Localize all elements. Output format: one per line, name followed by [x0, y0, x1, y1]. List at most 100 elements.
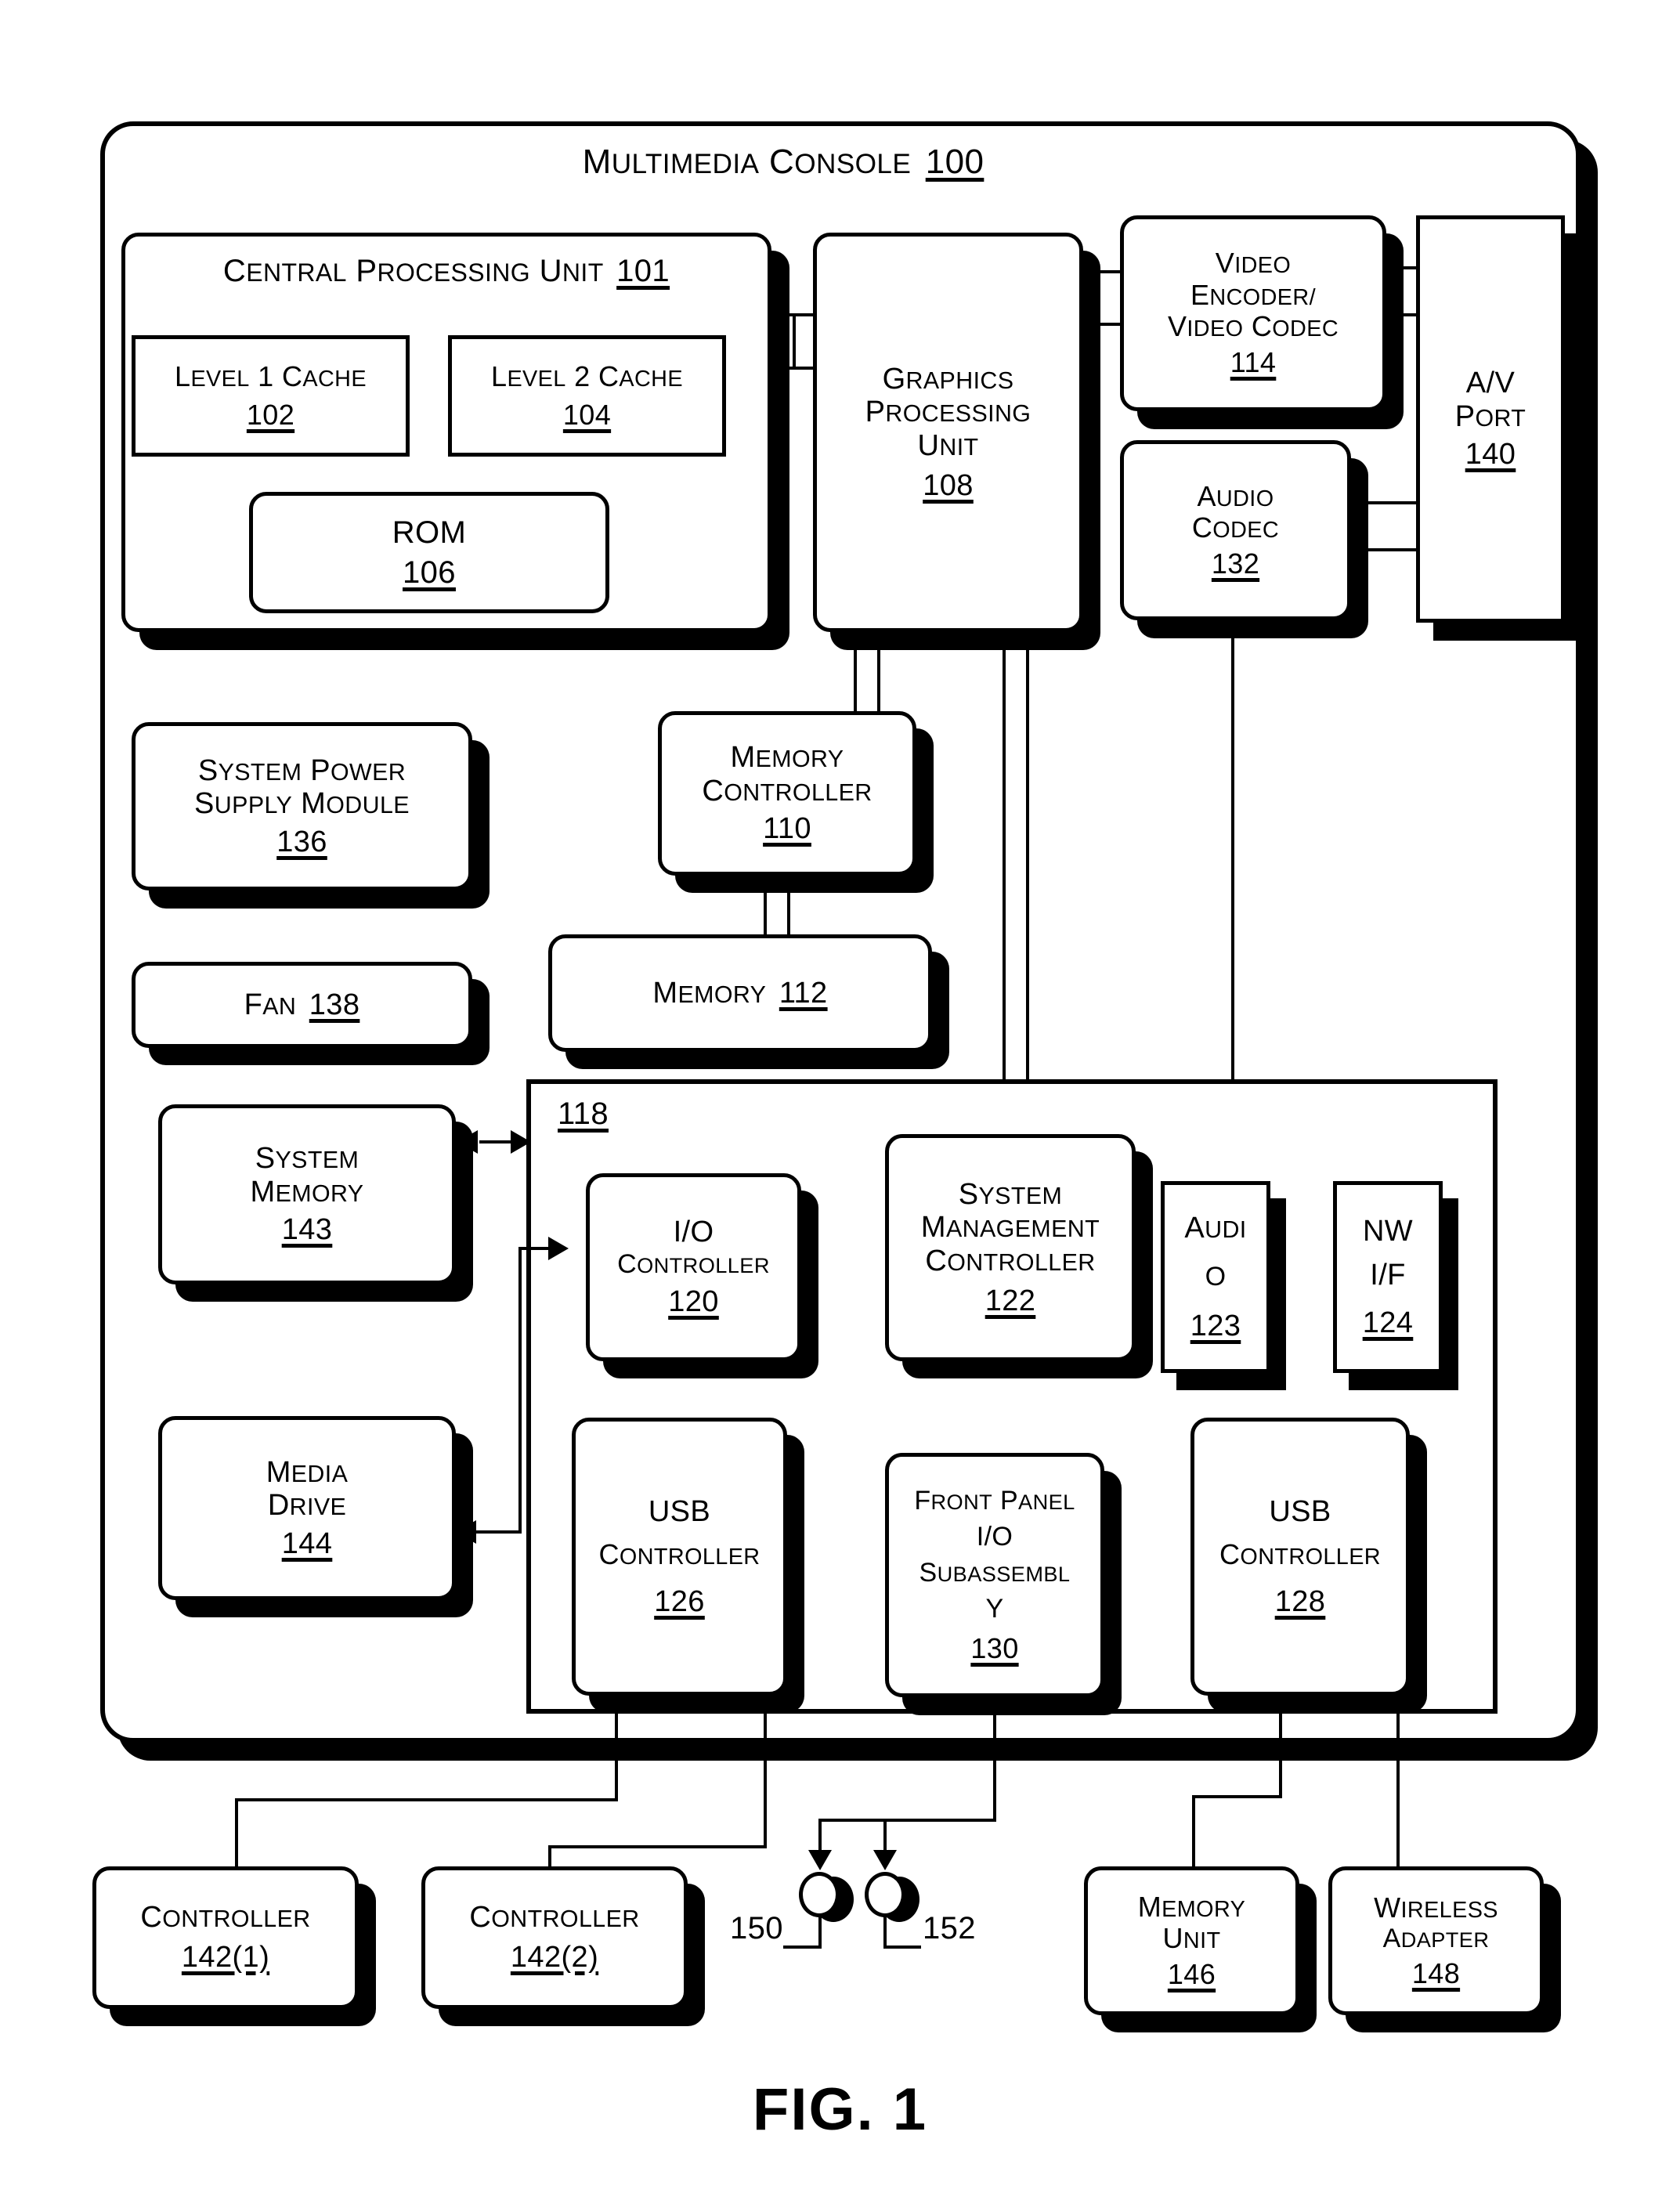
smc-ref: 122 — [985, 1284, 1036, 1317]
controller2-ref: 142(2) — [510, 1941, 599, 1974]
l2-cache-label: LEVEL 2 CACHE — [491, 360, 683, 393]
rom-label: ROM — [392, 515, 467, 550]
io-ctrl-line1: I/O — [673, 1216, 714, 1249]
console-title: MULTIMEDIA CONSOLE 100 — [0, 143, 1566, 181]
audio-codec-line2: CODEC — [1191, 511, 1280, 544]
av-port-block: A/V PORT 140 — [1416, 215, 1565, 623]
media-drive-line2: DRIVE — [267, 1489, 347, 1523]
console-title-ref: 100 — [925, 143, 985, 181]
memory-block: MEMORY 112 — [548, 934, 932, 1052]
usb2-line2: CONTROLLER — [1219, 1538, 1382, 1571]
wireless-line1: WIRELESS — [1374, 1891, 1498, 1924]
audio-line2: O — [1205, 1262, 1227, 1292]
nwif-line2: I/F — [1370, 1259, 1406, 1292]
arrow-to-connector-152 — [873, 1850, 897, 1870]
sys-memory-line2: MEMORY — [250, 1175, 364, 1208]
front-panel-line4: Y — [985, 1593, 1004, 1624]
front-panel-line3: SUBASSEMBL — [919, 1557, 1071, 1588]
system-management-controller-block: SYSTEM MANAGEMENT CONTROLLER 122 — [885, 1134, 1136, 1361]
io-controller-block: I/O CONTROLLER 120 — [586, 1173, 801, 1361]
audio-codec-block: AUDIO CODEC 132 — [1120, 440, 1351, 620]
arrow-into-usb128-b — [1386, 1692, 1410, 1712]
memory-ref: 112 — [779, 976, 828, 1010]
wireless-line2: ADAPTER — [1382, 1923, 1490, 1953]
console-title-text: MULTIMEDIA CONSOLE — [582, 143, 912, 181]
arrow-to-media-drive — [456, 1520, 476, 1544]
front-panel-io-subassembly-block: FRONT PANEL I/O SUBASSEMBL Y 130 — [885, 1453, 1104, 1697]
cpu-ref: 101 — [616, 254, 670, 288]
video-codec-line3: VIDEO CODEC — [1167, 310, 1339, 342]
connector-150-label-wrap: 150 — [730, 1911, 783, 1946]
gpu-block: GRAPHICS PROCESSING UNIT 108 — [813, 233, 1083, 632]
io-ctrl-ref: 120 — [668, 1285, 719, 1319]
mem-ctrl-ref: 110 — [763, 812, 811, 846]
av-port-line2: PORT — [1454, 399, 1526, 433]
usb2-line1: USB — [1269, 1494, 1331, 1528]
audio-codec-line1: AUDIO — [1197, 479, 1274, 512]
smc-line2: MANAGEMENT — [920, 1211, 1100, 1245]
psu-ref: 136 — [276, 825, 327, 858]
l2-cache-ref: 104 — [562, 398, 612, 431]
front-panel-ref: 130 — [970, 1632, 1019, 1664]
controller-142-2-block: CONTROLLER 142(2) — [421, 1866, 688, 2009]
connector-152-label-wrap: 152 — [923, 1911, 976, 1946]
arrow-to-bus — [511, 1130, 531, 1154]
usb1-line2: CONTROLLER — [598, 1538, 761, 1571]
fan-block: FAN 138 — [132, 962, 472, 1048]
smc-line1: SYSTEM — [958, 1177, 1063, 1211]
audio-line1: AUDI — [1184, 1211, 1247, 1245]
arrow-into-usb126-b — [753, 1692, 777, 1712]
memory-controller-block: MEMORY CONTROLLER 110 — [658, 711, 916, 876]
connector-152-circle — [865, 1872, 905, 1917]
wireless-ref: 148 — [1411, 1957, 1461, 1990]
network-interface-block: NW I/F 124 — [1333, 1181, 1443, 1373]
io-ctrl-line2: CONTROLLER — [617, 1248, 770, 1279]
memory-unit-line2: UNIT — [1162, 1921, 1221, 1954]
bus-ref-118: 118 — [558, 1096, 609, 1131]
figure-canvas: MULTIMEDIA CONSOLE 100 CENTRAL PROCESSIN… — [0, 0, 1680, 2193]
gpu-ref: 108 — [923, 468, 974, 502]
usb1-ref: 126 — [654, 1584, 705, 1618]
psu-line1: SYSTEM POWER — [197, 753, 406, 787]
bus-ref-118-wrap: 118 — [558, 1096, 609, 1132]
arrow-to-io-controller — [548, 1237, 569, 1260]
audio-ref: 123 — [1190, 1309, 1241, 1342]
mem-ctrl-line1: MEMORY — [730, 741, 844, 775]
arrow-to-connector-150 — [808, 1850, 832, 1870]
memory-unit-block: MEMORY UNIT 146 — [1084, 1866, 1299, 2015]
memory-unit-line1: MEMORY — [1137, 1890, 1246, 1923]
smc-line3: CONTROLLER — [925, 1245, 1096, 1277]
usb-controller-126-block: USB CONTROLLER 126 — [572, 1418, 787, 1696]
cpu-label: CENTRAL PROCESSING UNIT — [222, 254, 604, 288]
connector-150-circle — [799, 1872, 840, 1917]
gpu-label-line1: GRAPHICS — [882, 362, 1014, 396]
controller2-label: CONTROLLER — [469, 1901, 640, 1935]
fan-label: FAN — [244, 988, 297, 1021]
fan-ref: 138 — [309, 988, 360, 1021]
gpu-label-line2: PROCESSING — [865, 396, 1031, 429]
usb-controller-128-block: USB CONTROLLER 128 — [1190, 1418, 1410, 1696]
mem-ctrl-line2: CONTROLLER — [702, 774, 873, 807]
l1-cache-label: LEVEL 1 CACHE — [175, 360, 367, 393]
connector-150-label: 150 — [730, 1911, 783, 1946]
video-codec-line1: VIDEO — [1215, 247, 1292, 280]
memory-label: MEMORY — [652, 976, 767, 1010]
controller1-label: CONTROLLER — [140, 1901, 311, 1935]
media-drive-block: MEDIA DRIVE 144 — [158, 1416, 456, 1600]
l1-cache-block: LEVEL 1 CACHE 102 — [132, 335, 410, 457]
media-drive-ref: 144 — [281, 1526, 333, 1560]
av-port-ref: 140 — [1465, 438, 1516, 471]
sys-memory-ref: 143 — [281, 1213, 333, 1247]
usb2-ref: 128 — [1274, 1584, 1326, 1618]
usb1-line1: USB — [648, 1494, 711, 1528]
video-encoder-codec-block: VIDEO ENCODER/ VIDEO CODEC 114 — [1120, 215, 1386, 411]
system-power-supply-block: SYSTEM POWER SUPPLY MODULE 136 — [132, 722, 472, 891]
wireless-adapter-block: WIRELESS ADAPTER 148 — [1328, 1866, 1544, 2015]
nwif-line1: NW — [1362, 1214, 1414, 1248]
gpu-label-line3: UNIT — [917, 429, 979, 462]
front-panel-line2: I/O — [976, 1521, 1013, 1552]
connector-152-label: 152 — [923, 1911, 976, 1946]
l1-cache-ref: 102 — [246, 398, 295, 431]
memory-unit-ref: 146 — [1167, 1958, 1216, 1991]
media-drive-line1: MEDIA — [266, 1455, 349, 1489]
